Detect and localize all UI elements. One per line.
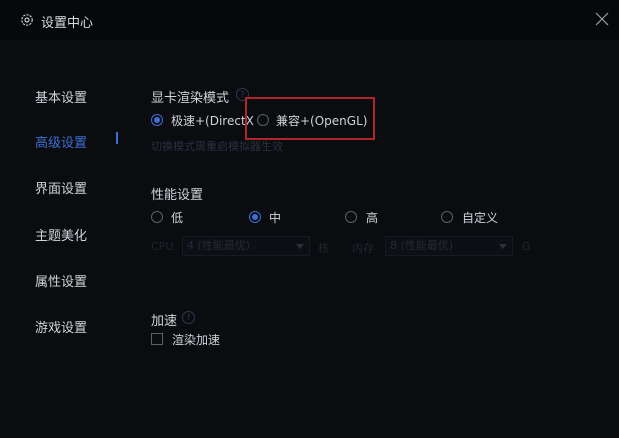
radio-high-label: 高 [366,211,379,225]
render-accel-label: 渲染加速 [172,333,221,347]
gear-icon [21,14,33,26]
chevron-down-icon [296,244,304,249]
active-indicator [116,132,118,144]
radio-custom[interactable] [441,211,453,223]
radio-low[interactable] [151,211,163,223]
sidebar-item-basic[interactable]: 基本设置 [35,87,87,106]
close-icon[interactable] [593,10,611,28]
sidebar-item-interface[interactable]: 界面设置 [35,178,87,197]
radio-medium-label: 中 [269,211,282,225]
sidebar-item-advanced[interactable]: 高级设置 [35,132,87,151]
cpu-select: 4 (性能最优) [182,236,310,256]
sidebar-item-games[interactable]: 游戏设置 [35,317,87,336]
memory-select: 8 (性能最优) [385,236,513,256]
settings-window: 设置中心 基本设置 高级设置 界面设置 主题美化 属性设置 游戏设置 显卡渲染模… [0,0,619,438]
memory-label: 内存 [352,242,374,255]
chevron-down-icon [499,244,507,249]
title-bar: 设置中心 [0,0,619,40]
render-accel-checkbox[interactable] [151,333,163,345]
sidebar-item-theme[interactable]: 主题美化 [35,225,87,244]
cpu-unit: 核 [318,242,329,255]
help-icon[interactable]: ? [182,311,195,324]
radio-directx[interactable] [151,114,163,126]
radio-directx-label: 极速+(DirectX [171,114,254,128]
render-mode-hint: 切换模式需重启模拟器生效 [151,140,283,153]
window-title: 设置中心 [41,16,94,31]
radio-high[interactable] [345,211,357,223]
memory-select-value: 8 (性能最优) [390,239,454,252]
acceleration-title: 加速 [151,314,178,329]
memory-unit: G [522,240,531,253]
sidebar-item-properties[interactable]: 属性设置 [35,271,87,290]
cpu-label: CPU [151,240,174,253]
render-mode-title: 显卡渲染模式 [151,91,230,106]
radio-low-label: 低 [171,211,184,225]
highlight-annotation [245,97,375,140]
cpu-select-value: 4 (性能最优) [187,239,251,252]
performance-title: 性能设置 [151,188,204,203]
radio-medium[interactable] [249,211,261,223]
radio-custom-label: 自定义 [462,211,499,225]
